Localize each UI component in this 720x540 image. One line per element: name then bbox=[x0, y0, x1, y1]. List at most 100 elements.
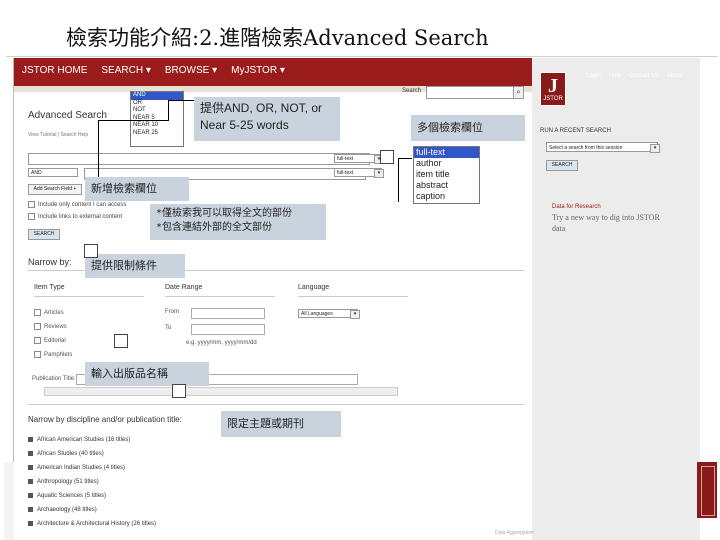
search-term-input-1[interactable] bbox=[28, 153, 370, 165]
nav-home[interactable]: JSTOR HOME bbox=[22, 65, 87, 76]
divider bbox=[28, 404, 524, 405]
include-accessible-checkbox[interactable]: Include only content I can access bbox=[28, 201, 158, 208]
checkbox-icon[interactable] bbox=[34, 309, 41, 316]
divider bbox=[34, 296, 144, 297]
callout-fields: 多個檢索欄位 bbox=[411, 115, 525, 141]
nav-myjstor[interactable]: MyJSTOR ▾ bbox=[231, 65, 285, 76]
discipline-label: Archaeology (48 titles) bbox=[37, 507, 97, 514]
callout-add-field: 新增檢索欄位 bbox=[85, 177, 189, 201]
recent-search-button[interactable]: SEARCH bbox=[546, 160, 578, 171]
language-select[interactable]: All Languages bbox=[298, 309, 358, 318]
expand-icon[interactable] bbox=[28, 437, 33, 442]
link-about[interactable]: About bbox=[667, 73, 683, 79]
chevron-down-icon[interactable]: ▾ bbox=[374, 169, 384, 178]
add-search-field-button[interactable]: Add Search Field + bbox=[28, 184, 82, 195]
operator-option[interactable]: NOT bbox=[131, 107, 183, 115]
main-nav: JSTOR HOME SEARCH ▾ BROWSE ▾ MyJSTOR ▾ bbox=[22, 65, 285, 76]
item-type-option[interactable]: Pamphlets bbox=[34, 351, 72, 358]
discipline-item[interactable]: Aquatic Sciences (5 titles) bbox=[28, 493, 106, 499]
connector-line bbox=[398, 158, 412, 159]
chevron-down-icon[interactable]: ▾ bbox=[650, 144, 660, 153]
slide-title: 檢索功能介紹:2.進階檢索Advanced Search bbox=[66, 26, 489, 50]
item-type-heading: Item Type bbox=[34, 284, 65, 291]
field-option[interactable]: caption bbox=[414, 191, 479, 202]
discipline-label: African Studies (40 titles) bbox=[37, 451, 104, 458]
access-note-1: *僅檢索我可以取得全文的部份 bbox=[156, 208, 293, 219]
connector-line bbox=[98, 120, 99, 177]
language-heading: Language bbox=[298, 284, 330, 291]
link-help[interactable]: Help bbox=[609, 73, 621, 79]
field-option[interactable]: author bbox=[414, 158, 479, 169]
discipline-label: Anthropology (51 titles) bbox=[37, 479, 99, 486]
link-login[interactable]: Login bbox=[586, 73, 601, 79]
expand-icon[interactable] bbox=[28, 479, 33, 484]
checkbox-label: Include only content I can access bbox=[38, 202, 127, 209]
search-icon[interactable]: ⌕ bbox=[513, 86, 524, 99]
callout-operators: 提供AND, OR, NOT, or Near 5-25 words bbox=[194, 97, 340, 141]
date-from-label: From bbox=[165, 309, 179, 315]
operator-option[interactable]: NEAR 25 bbox=[131, 130, 183, 138]
include-external-checkbox[interactable]: Include links to external content bbox=[28, 213, 158, 220]
discipline-heading: Narrow by discipline and/or publication … bbox=[28, 415, 182, 424]
callout-limit: 提供限制條件 bbox=[85, 254, 185, 278]
discipline-item[interactable]: African American Studies (16 titles) bbox=[28, 437, 130, 443]
search-submit-button[interactable]: SEARCH bbox=[28, 229, 60, 240]
jstor-screenshot: JSTOR HOME SEARCH ▾ BROWSE ▾ MyJSTOR ▾ J… bbox=[13, 58, 700, 540]
date-to-input[interactable] bbox=[191, 324, 265, 335]
horizontal-scrollbar[interactable] bbox=[44, 387, 398, 396]
item-type-option[interactable]: Articles bbox=[34, 309, 64, 316]
operator-option[interactable]: NEAR 10 bbox=[131, 122, 183, 130]
search-field-list[interactable]: full-text author item title abstract cap… bbox=[413, 146, 480, 204]
nav-browse[interactable]: BROWSE ▾ bbox=[165, 65, 217, 76]
operator-select[interactable]: AND bbox=[28, 168, 78, 177]
advanced-search-help-links[interactable]: View Tutorial | Search Help bbox=[28, 132, 88, 138]
jstor-logo[interactable]: JSTOR bbox=[540, 72, 566, 106]
discipline-item[interactable]: Archaeology (48 titles) bbox=[28, 507, 97, 513]
divider bbox=[298, 296, 408, 297]
discipline-item[interactable]: American Indian Studies (4 titles) bbox=[28, 465, 125, 471]
discipline-label: African American Studies (16 titles) bbox=[37, 437, 131, 444]
quick-search-input[interactable] bbox=[426, 86, 514, 99]
item-type-option[interactable]: Reviews bbox=[34, 323, 67, 330]
chevron-down-icon[interactable]: ▾ bbox=[350, 310, 360, 319]
operator-option[interactable]: AND bbox=[131, 92, 183, 100]
connector-line bbox=[98, 120, 169, 121]
checkbox-icon[interactable] bbox=[34, 323, 41, 330]
expand-icon[interactable] bbox=[28, 521, 33, 526]
publication-title-label: Publication Title: bbox=[32, 376, 76, 382]
checkbox-icon[interactable] bbox=[34, 337, 41, 344]
recent-search-select[interactable]: Select a search from this session bbox=[546, 142, 658, 152]
discipline-label: Architecture & Architectural History (26… bbox=[37, 521, 157, 528]
field-option[interactable]: abstract bbox=[414, 180, 479, 191]
nav-search[interactable]: SEARCH ▾ bbox=[101, 65, 150, 76]
item-type-label: Editorial bbox=[44, 338, 66, 345]
data-for-research-link[interactable]: Data for Research bbox=[552, 204, 601, 210]
discipline-item[interactable]: Architecture & Architectural History (26… bbox=[28, 521, 156, 527]
discipline-item[interactable]: Anthropology (51 titles) bbox=[28, 479, 99, 485]
data-for-research-text: Try a new way to dig into JSTOR data bbox=[552, 213, 660, 233]
highlight-marker bbox=[114, 334, 128, 348]
date-from-input[interactable] bbox=[191, 308, 265, 319]
discipline-item[interactable]: African Studies (40 titles) bbox=[28, 451, 104, 457]
link-contact[interactable]: Contact Us bbox=[629, 73, 659, 79]
divider bbox=[165, 296, 275, 297]
run-recent-search-heading: RUN A RECENT SEARCH bbox=[540, 128, 611, 134]
highlight-marker bbox=[84, 244, 98, 258]
item-type-option[interactable]: Editorial bbox=[34, 337, 66, 344]
top-links: Login Help Contact Us About bbox=[586, 73, 682, 79]
checkbox-icon[interactable] bbox=[28, 213, 35, 220]
date-range-heading: Date Range bbox=[165, 284, 203, 291]
checkbox-icon[interactable] bbox=[28, 201, 35, 208]
field-option[interactable]: item title bbox=[414, 169, 479, 180]
highlight-marker bbox=[172, 384, 186, 398]
access-note-2: *包含連結外部的全文部份 bbox=[156, 222, 273, 233]
expand-icon[interactable] bbox=[28, 451, 33, 456]
checkbox-icon[interactable] bbox=[34, 351, 41, 358]
item-type-label: Articles bbox=[44, 310, 64, 317]
field-option[interactable]: full-text bbox=[414, 147, 479, 158]
callout-access-notes: *僅檢索我可以取得全文的部份 *包含連結外部的全文部份 bbox=[150, 204, 326, 240]
footer-fragment: Data Aggregation bbox=[495, 530, 534, 536]
expand-icon[interactable] bbox=[28, 507, 33, 512]
expand-icon[interactable] bbox=[28, 465, 33, 470]
expand-icon[interactable] bbox=[28, 493, 33, 498]
